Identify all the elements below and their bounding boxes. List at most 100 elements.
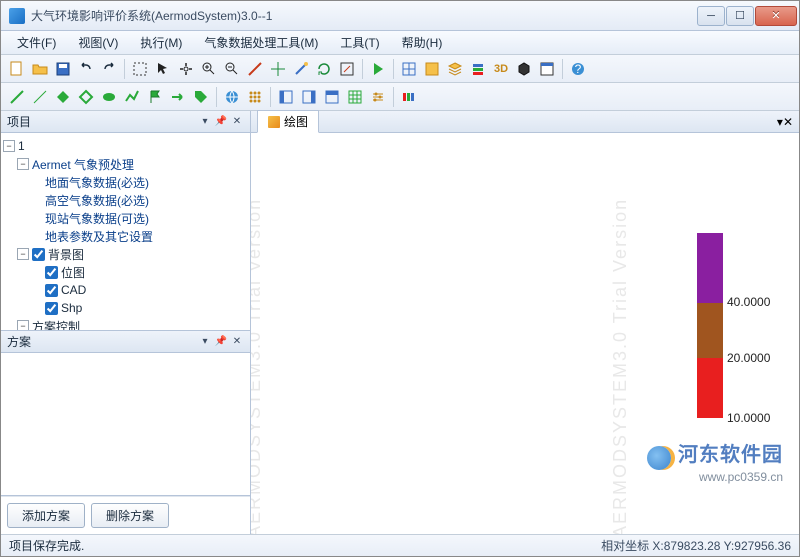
zoom-out-icon[interactable] [222, 59, 242, 79]
window-title: 大气环境影响评价系统(AermodSystem)3.0--1 [31, 7, 697, 24]
window-icon[interactable] [537, 59, 557, 79]
toolbar-main: 3D ? [1, 55, 799, 83]
diamond-outline-icon[interactable] [76, 87, 96, 107]
site-logo-icon [647, 446, 671, 470]
zoom-in-icon[interactable] [199, 59, 219, 79]
line-thin-icon[interactable] [30, 87, 50, 107]
tree-bg-cad-check[interactable] [45, 284, 58, 297]
tree-bg[interactable]: 背景图 [48, 246, 84, 263]
svg-text:?: ? [575, 62, 582, 76]
help-icon[interactable]: ? [568, 59, 588, 79]
panel-close-icon[interactable]: ✕ [230, 115, 244, 129]
tree-aermet-item[interactable]: 现站气象数据(可选) [45, 210, 149, 227]
new-icon[interactable] [7, 59, 27, 79]
tree-bg-item[interactable]: Shp [61, 301, 82, 315]
project-tree[interactable]: −1 −Aermet 气象预处理 地面气象数据(必选) 高空气象数据(必选) 现… [1, 133, 250, 331]
panel-pin-icon[interactable]: 📌 [214, 115, 228, 129]
site-watermark: 河东软件园 www.pc0359.cn [647, 438, 783, 484]
panel-dropdown-icon[interactable]: ▾ [198, 335, 212, 349]
refresh-icon[interactable] [314, 59, 334, 79]
panel-close-icon[interactable]: ✕ [230, 335, 244, 349]
close-button[interactable]: ✕ [755, 6, 797, 26]
edit-icon[interactable] [337, 59, 357, 79]
stack-icon[interactable] [468, 59, 488, 79]
tree-bg-item[interactable]: 位图 [61, 264, 85, 281]
grid2-icon[interactable] [422, 59, 442, 79]
legend-value: 40.0000 [727, 295, 770, 309]
app-icon [9, 8, 25, 24]
grid-dots-icon[interactable] [245, 87, 265, 107]
tree-bg-bitmap-check[interactable] [45, 266, 58, 279]
panel-a-icon[interactable] [276, 87, 296, 107]
cube-icon[interactable] [514, 59, 534, 79]
draw-tabbar: 绘图 ▾ ✕ [251, 111, 799, 133]
layers-icon[interactable] [445, 59, 465, 79]
wand-icon[interactable] [291, 59, 311, 79]
titlebar: 大气环境影响评价系统(AermodSystem)3.0--1 ─ ☐ ✕ [1, 1, 799, 31]
draw-canvas[interactable]: AERMODSYSTEM3.0 Trial Version AERMODSYST… [251, 133, 799, 534]
tree-bg-check[interactable] [32, 248, 45, 261]
legend-value: 20.0000 [727, 351, 770, 365]
arrow-icon[interactable] [168, 87, 188, 107]
threeD-icon[interactable]: 3D [491, 59, 511, 79]
status-message: 项目保存完成. [9, 537, 601, 554]
tree-aermet-item[interactable]: 地表参数及其它设置 [45, 228, 153, 245]
panel-dropdown-icon[interactable]: ▾ [198, 115, 212, 129]
panel-d-icon[interactable] [345, 87, 365, 107]
watermark: AERMODSYSTEM3.0 Trial Version [251, 198, 265, 534]
site-name: 河东软件园 [678, 444, 783, 466]
polyline-icon[interactable] [122, 87, 142, 107]
tree-root[interactable]: 1 [18, 139, 25, 153]
draw-tab[interactable]: 绘图 [257, 110, 319, 133]
palette-icon[interactable] [399, 87, 419, 107]
measure-icon[interactable] [245, 59, 265, 79]
crosshair-icon[interactable] [268, 59, 288, 79]
ellipse-icon[interactable] [99, 87, 119, 107]
slider-icon[interactable] [368, 87, 388, 107]
status-coordinates: 相对坐标 X:879823.28 Y:927956.36 [601, 537, 791, 554]
panel-close-icon[interactable]: ✕ [783, 115, 793, 129]
color-legend: 40.0000 20.0000 10.0000 [697, 233, 723, 418]
maximize-button[interactable]: ☐ [726, 6, 754, 26]
tree-aermet-item[interactable]: 高空气象数据(必选) [45, 192, 149, 209]
panel-c-icon[interactable] [322, 87, 342, 107]
grid1-icon[interactable] [399, 59, 419, 79]
save-icon[interactable] [53, 59, 73, 79]
run-icon[interactable] [368, 59, 388, 79]
menu-view[interactable]: 视图(V) [68, 31, 128, 54]
delete-plan-button[interactable]: 删除方案 [91, 503, 169, 528]
open-icon[interactable] [30, 59, 50, 79]
legend-value: 10.0000 [727, 411, 770, 425]
menu-file[interactable]: 文件(F) [7, 31, 66, 54]
minimize-button[interactable]: ─ [697, 6, 725, 26]
redo-icon[interactable] [99, 59, 119, 79]
project-panel-header: 项目 ▾ 📌 ✕ [1, 111, 250, 133]
undo-icon[interactable] [76, 59, 96, 79]
menu-met-tools[interactable]: 气象数据处理工具(M) [194, 31, 328, 54]
tree-aermet-item[interactable]: 地面气象数据(必选) [45, 174, 149, 191]
panel-b-icon[interactable] [299, 87, 319, 107]
diamond-fill-icon[interactable] [53, 87, 73, 107]
tree-bg-shp-check[interactable] [45, 302, 58, 315]
pointer-icon[interactable] [153, 59, 173, 79]
tag-icon[interactable] [191, 87, 211, 107]
menu-run[interactable]: 执行(M) [130, 31, 192, 54]
tree-bg-item[interactable]: CAD [61, 283, 86, 297]
select-rect-icon[interactable] [130, 59, 150, 79]
menubar: 文件(F) 视图(V) 执行(M) 气象数据处理工具(M) 工具(T) 帮助(H… [1, 31, 799, 55]
menu-help[interactable]: 帮助(H) [392, 31, 453, 54]
plan-panel-title: 方案 [7, 333, 196, 350]
flag-icon[interactable] [145, 87, 165, 107]
menu-tools[interactable]: 工具(T) [330, 31, 389, 54]
chart-icon [268, 116, 280, 128]
project-panel-title: 项目 [7, 113, 196, 130]
plan-list[interactable] [1, 353, 250, 496]
tree-aermet[interactable]: Aermet 气象预处理 [32, 156, 134, 173]
line-green-icon[interactable] [7, 87, 27, 107]
toolbar-shapes [1, 83, 799, 111]
panel-pin-icon[interactable]: 📌 [214, 335, 228, 349]
add-plan-button[interactable]: 添加方案 [7, 503, 85, 528]
globe-icon[interactable] [222, 87, 242, 107]
tree-plan-control[interactable]: 方案控制 [32, 318, 80, 332]
pan-icon[interactable] [176, 59, 196, 79]
